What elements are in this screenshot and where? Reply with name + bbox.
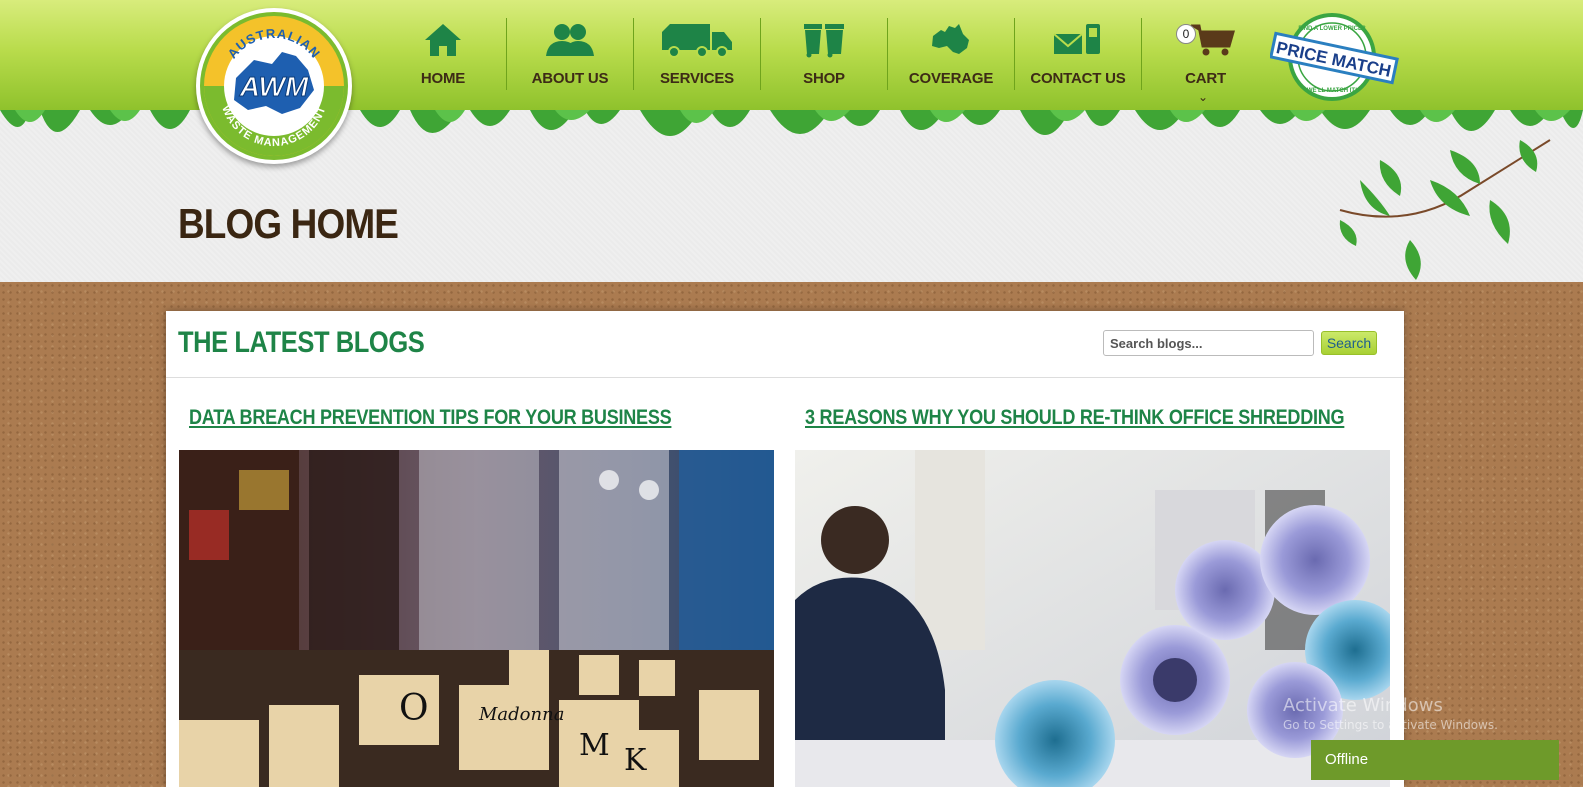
cart-count-badge: 0	[1176, 24, 1196, 44]
main-nav: HOME ABOUT US SERVICES SHOP COVERAGE CON…	[380, 18, 1269, 104]
truck-icon	[662, 24, 732, 58]
watermark-line-2: Go to Settings to activate Windows.	[1283, 718, 1498, 732]
svg-text:M: M	[579, 728, 610, 763]
nav-coverage[interactable]: COVERAGE	[888, 18, 1015, 90]
latest-blogs-heading: THE LATEST BLOGS	[178, 326, 425, 359]
record-store-photo[interactable]: O Madonna M K	[179, 450, 774, 787]
svg-text:K: K	[624, 743, 647, 778]
envelope-phone-icon	[1053, 24, 1100, 54]
blog-post: 3 REASONS WHY YOU SHOULD RE-THINK OFFICE…	[795, 406, 1390, 787]
svg-text:Madonna: Madonna	[478, 704, 564, 725]
nav-services[interactable]: SERVICES	[634, 18, 761, 90]
nav-cart-label: CART	[1185, 70, 1226, 87]
chevron-down-icon[interactable]: ⌄	[1198, 90, 1208, 104]
nav-contact-us-label: CONTACT US	[1030, 70, 1126, 87]
blog-post-title[interactable]: 3 REASONS WHY YOU SHOULD RE-THINK OFFICE…	[805, 406, 1345, 430]
nav-shop-label: SHOP	[803, 70, 845, 87]
blog-card-header: THE LATEST BLOGS Search	[166, 311, 1404, 378]
price-match-top: FIND A LOWER PRICE?	[1298, 26, 1366, 32]
nav-shop[interactable]: SHOP	[761, 18, 888, 90]
nav-home[interactable]: HOME	[380, 18, 507, 90]
house-icon	[425, 24, 461, 56]
price-match-bottom: WE'LL MATCH IT!	[1307, 88, 1357, 94]
blog-post-title[interactable]: DATA BREACH PREVENTION TIPS FOR YOUR BUS…	[189, 406, 692, 430]
search-button[interactable]: Search	[1321, 331, 1377, 355]
blog-card: THE LATEST BLOGS Search DATA BREACH PREV…	[166, 311, 1404, 787]
nav-coverage-label: COVERAGE	[908, 70, 994, 87]
people-icon	[546, 24, 594, 56]
nav-services-label: SERVICES	[660, 70, 734, 87]
windows-activation-watermark: Activate Windows Go to Settings to activ…	[1283, 695, 1498, 732]
watermark-line-1: Activate Windows	[1283, 695, 1443, 716]
price-match-badge[interactable]: FIND A LOWER PRICE? WE'LL MATCH IT! PRIC…	[1269, 12, 1400, 102]
shopping-cart-icon	[1190, 24, 1235, 56]
svg-text:O: O	[399, 688, 429, 729]
logo-monogram: AWM	[239, 71, 309, 102]
nav-cart[interactable]: 0 CART ⌄	[1142, 18, 1269, 104]
australia-map-icon	[932, 24, 969, 54]
blog-post: DATA BREACH PREVENTION TIPS FOR YOUR BUS…	[179, 406, 774, 787]
page-title: BLOG HOME	[178, 200, 399, 247]
nav-about-us[interactable]: ABOUT US	[507, 18, 634, 90]
vine-decoration	[1339, 139, 1551, 280]
bins-icon	[804, 24, 844, 58]
nav-home-label: HOME	[420, 70, 466, 87]
awm-logo-graphic: AUSTRALIAN WASTE MANAGEMENT AWM	[200, 12, 348, 160]
search-blogs-input[interactable]	[1103, 330, 1314, 356]
chat-offline-tab[interactable]: Offline	[1311, 740, 1559, 780]
nav-contact-us[interactable]: CONTACT US	[1015, 18, 1142, 90]
awm-logo[interactable]: AUSTRALIAN WASTE MANAGEMENT AWM	[196, 8, 352, 164]
rolled-papers-office-photo[interactable]	[795, 450, 1390, 787]
nav-about-us-label: ABOUT US	[531, 70, 609, 87]
